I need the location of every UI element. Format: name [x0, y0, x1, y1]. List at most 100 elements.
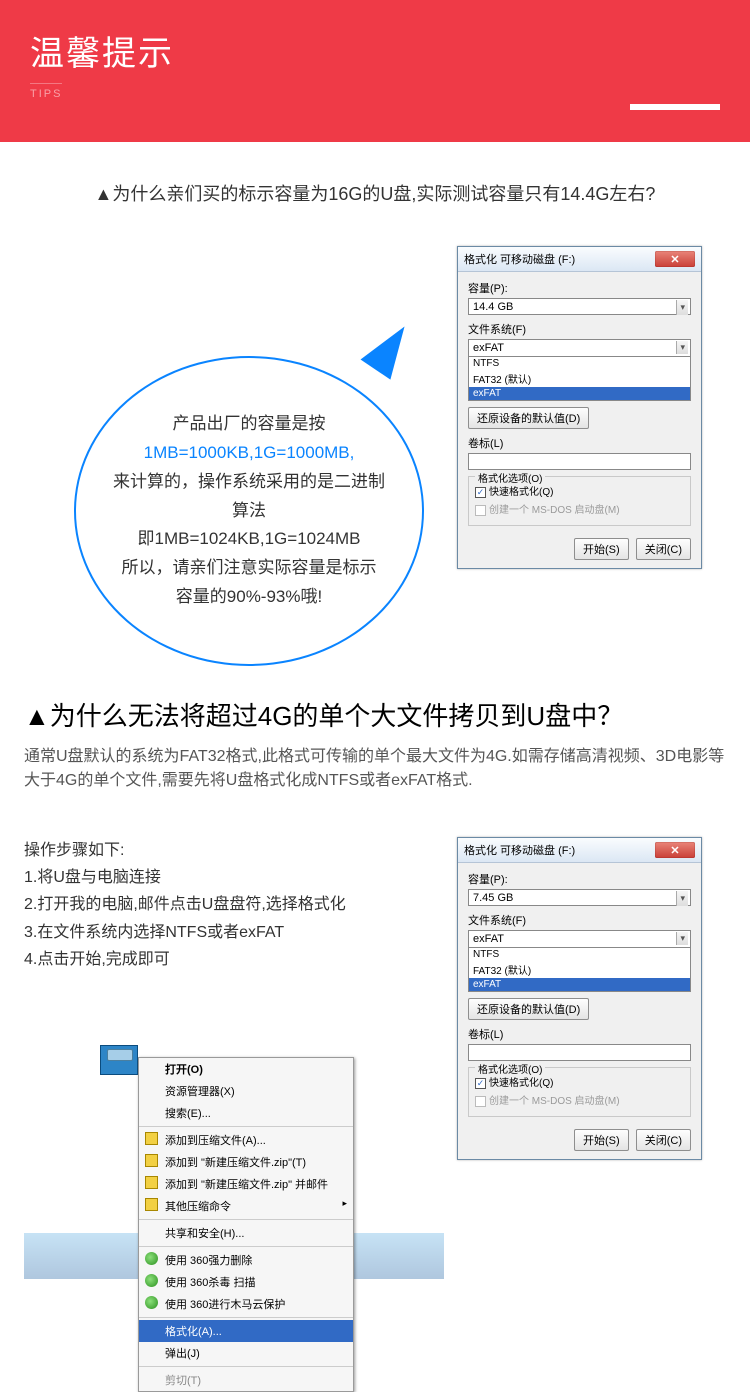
context-menu-area: 可移动 (G: 打开(O) 资源管理器(X) 搜索(E)... 添加到压缩文件(… [106, 1057, 354, 1392]
menu-eject[interactable]: 弹出(J) [139, 1342, 353, 1364]
volume-label: 卷标(L) [468, 435, 691, 451]
fs-option-ntfs[interactable]: NTFS [469, 357, 690, 370]
menu-360-scan[interactable]: 使用 360杀毒 扫描 [139, 1271, 353, 1293]
restore-defaults-button[interactable]: 还原设备的默认值(D) [468, 998, 589, 1020]
msdos-row: 创建一个 MS-DOS 启动盘(M) [475, 1092, 684, 1107]
menu-separator [139, 1219, 353, 1220]
filesystem-dropdown-open[interactable]: exFAT NTFS FAT32 (默认) exFAT [468, 930, 691, 992]
dialog-title: 格式化 可移动磁盘 (F:) [464, 251, 655, 267]
bubble-line-6: 容量的90%-93%哦! [176, 583, 322, 612]
bubble-line-2: 1MB=1000KB,1G=1000MB, [144, 439, 355, 468]
header-title: 温馨提示 [30, 26, 720, 75]
header-subtitle: TIPS [30, 83, 62, 100]
menu-separator [139, 1246, 353, 1247]
dialog-titlebar[interactable]: 格式化 可移动磁盘 (F:) ✕ [458, 838, 701, 863]
close-button[interactable]: 关闭(C) [636, 1129, 691, 1151]
start-button[interactable]: 开始(S) [574, 1129, 629, 1151]
dialog-buttons: 开始(S) 关闭(C) [468, 1125, 691, 1151]
capacity-label: 容量(P): [468, 280, 691, 296]
question-2-section: ▲为什么无法将超过4G的单个大文件拷贝到U盘中？ 通常U盘默认的系统为FAT32… [0, 696, 750, 1327]
close-icon[interactable]: ✕ [655, 251, 695, 267]
menu-separator [139, 1317, 353, 1318]
shield-icon [145, 1274, 158, 1287]
filesystem-selected[interactable]: exFAT [469, 931, 690, 948]
filesystem-label: 文件系统(F) [468, 321, 691, 337]
shield-icon [145, 1296, 158, 1309]
checkbox-icon [475, 505, 486, 516]
format-options-group: 格式化选项(O) ✓快速格式化(Q) 创建一个 MS-DOS 启动盘(M) [468, 1067, 691, 1117]
close-icon[interactable]: ✕ [655, 842, 695, 858]
dialog-body: 容量(P): 7.45 GB 文件系统(F) exFAT NTFS FAT32 … [458, 863, 701, 1159]
context-menu: 打开(O) 资源管理器(X) 搜索(E)... 添加到压缩文件(A)... 添加… [138, 1057, 354, 1392]
fs-option-fat32[interactable]: FAT32 (默认) [469, 370, 690, 387]
menu-cut[interactable]: 剪切(T) [139, 1369, 353, 1391]
volume-input[interactable] [468, 453, 691, 470]
menu-separator [139, 1366, 353, 1367]
filesystem-dropdown-open[interactable]: exFAT NTFS FAT32 (默认) exFAT [468, 339, 691, 401]
menu-explorer[interactable]: 资源管理器(X) [139, 1080, 353, 1102]
header-accent-bar [630, 104, 720, 110]
quick-format-row[interactable]: ✓快速格式化(Q) [475, 483, 684, 498]
dialog-titlebar[interactable]: 格式化 可移动磁盘 (F:) ✕ [458, 247, 701, 272]
menu-360-delete[interactable]: 使用 360强力删除 [139, 1249, 353, 1271]
archive-icon [145, 1198, 158, 1211]
format-dialog-1: 格式化 可移动磁盘 (F:) ✕ 容量(P): 14.4 GB 文件系统(F) … [457, 246, 702, 569]
fs-option-exfat[interactable]: exFAT [469, 387, 690, 400]
question-2-description: 通常U盘默认的系统为FAT32格式,此格式可传输的单个最大文件为4G.如需存储高… [24, 745, 726, 793]
fs-option-fat32[interactable]: FAT32 (默认) [469, 961, 690, 978]
menu-add-zip[interactable]: 添加到压缩文件(A)... [139, 1129, 353, 1151]
fs-option-exfat[interactable]: exFAT [469, 978, 690, 991]
filesystem-options: NTFS FAT32 (默认) exFAT [469, 357, 690, 400]
menu-separator [139, 1126, 353, 1127]
menu-search[interactable]: 搜索(E)... [139, 1102, 353, 1124]
capacity-label: 容量(P): [468, 871, 691, 887]
explanation-bubble: 产品出厂的容量是按 1MB=1000KB,1G=1000MB, 来计算的，操作系… [74, 356, 424, 666]
capacity-dropdown[interactable]: 7.45 GB [468, 889, 691, 906]
checkbox-icon[interactable]: ✓ [475, 487, 486, 498]
format-dialog-2: 格式化 可移动磁盘 (F:) ✕ 容量(P): 7.45 GB 文件系统(F) … [457, 837, 702, 1160]
menu-other-zip[interactable]: 其他压缩命令 [139, 1195, 353, 1217]
dialog-buttons: 开始(S) 关闭(C) [468, 534, 691, 560]
question-1-title: ▲为什么亲们买的标示容量为16G的U盘,实际测试容量只有14.4G左右? [24, 180, 726, 206]
format-options-group: 格式化选项(O) ✓快速格式化(Q) 创建一个 MS-DOS 启动盘(M) [468, 476, 691, 526]
archive-icon [145, 1132, 158, 1145]
filesystem-label: 文件系统(F) [468, 912, 691, 928]
dialog-body: 容量(P): 14.4 GB 文件系统(F) exFAT NTFS FAT32 … [458, 272, 701, 568]
restore-defaults-button[interactable]: 还原设备的默认值(D) [468, 407, 589, 429]
drive-label: 可移动 (G: [100, 1075, 138, 1098]
question-1-content: 产品出厂的容量是按 1MB=1000KB,1G=1000MB, 来计算的，操作系… [24, 246, 726, 656]
bubble-line-1: 产品出厂的容量是按 [173, 410, 326, 439]
checkbox-icon [475, 1096, 486, 1107]
menu-360-cloud[interactable]: 使用 360进行木马云保护 [139, 1293, 353, 1315]
volume-label: 卷标(L) [468, 1026, 691, 1042]
capacity-dropdown[interactable]: 14.4 GB [468, 298, 691, 315]
fs-option-ntfs[interactable]: NTFS [469, 948, 690, 961]
archive-icon [145, 1154, 158, 1167]
quick-format-row[interactable]: ✓快速格式化(Q) [475, 1074, 684, 1089]
checkbox-icon[interactable]: ✓ [475, 1078, 486, 1089]
filesystem-selected[interactable]: exFAT [469, 340, 690, 357]
bubble-line-3: 来计算的，操作系统采用的是二进制算法 [106, 468, 392, 526]
tips-header: 温馨提示 TIPS [0, 0, 750, 142]
archive-icon [145, 1176, 158, 1189]
close-button[interactable]: 关闭(C) [636, 538, 691, 560]
volume-input[interactable] [468, 1044, 691, 1061]
menu-format[interactable]: 格式化(A)... [139, 1320, 353, 1342]
menu-share[interactable]: 共享和安全(H)... [139, 1222, 353, 1244]
msdos-row: 创建一个 MS-DOS 启动盘(M) [475, 501, 684, 516]
filesystem-options: NTFS FAT32 (默认) exFAT [469, 948, 690, 991]
menu-add-zip2[interactable]: 添加到 "新建压缩文件.zip"(T) [139, 1151, 353, 1173]
dialog-title: 格式化 可移动磁盘 (F:) [464, 842, 655, 858]
format-options-label: 格式化选项(O) [475, 1061, 545, 1076]
question-1-section: ▲为什么亲们买的标示容量为16G的U盘,实际测试容量只有14.4G左右? 产品出… [0, 142, 750, 696]
menu-open[interactable]: 打开(O) [139, 1058, 353, 1080]
bubble-line-5: 所以，请亲们注意实际容量是标示 [122, 554, 377, 583]
menu-add-zip-mail[interactable]: 添加到 "新建压缩文件.zip" 并邮件 [139, 1173, 353, 1195]
shield-icon [145, 1252, 158, 1265]
question-2-content: 操作步骤如下: 1.将U盘与电脑连接 2.打开我的电脑,邮件点击U盘盘符,选择格… [24, 837, 726, 1287]
question-2-title: ▲为什么无法将超过4G的单个大文件拷贝到U盘中？ [24, 696, 726, 733]
format-options-label: 格式化选项(O) [475, 470, 545, 485]
start-button[interactable]: 开始(S) [574, 538, 629, 560]
bubble-line-4: 即1MB=1024KB,1G=1024MB [137, 525, 360, 554]
drive-icon[interactable] [100, 1045, 138, 1075]
